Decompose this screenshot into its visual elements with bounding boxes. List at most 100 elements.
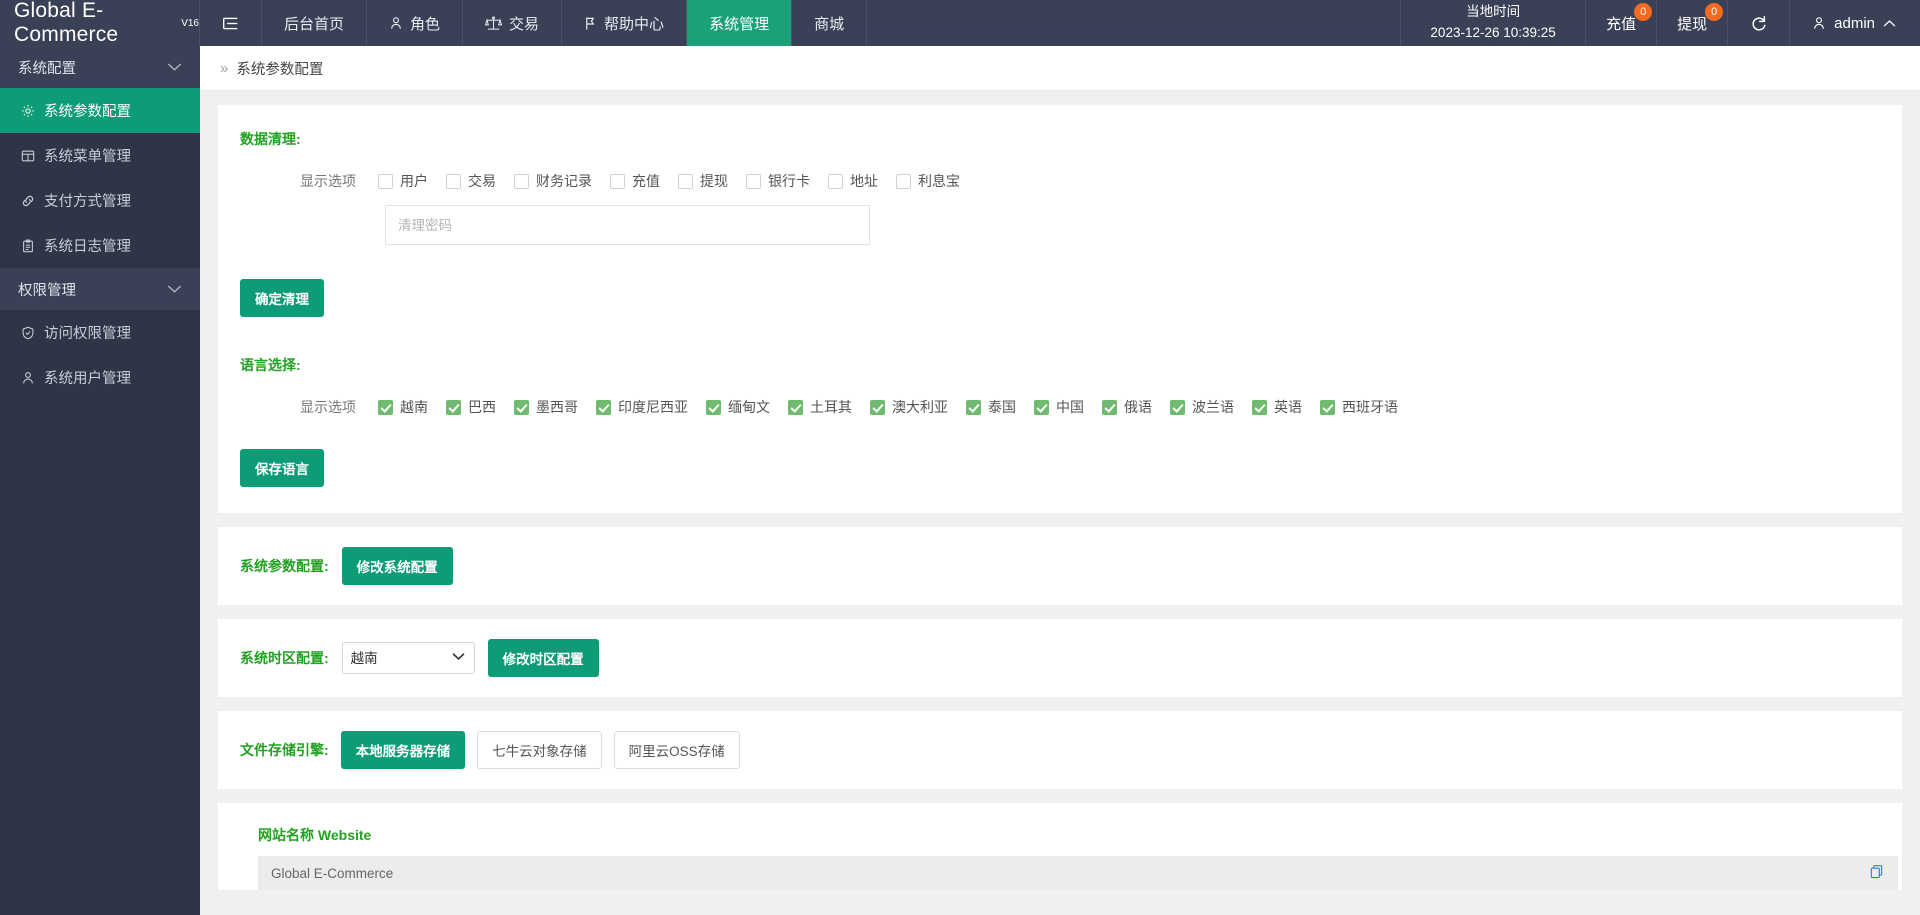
checkbox[interactable] <box>706 399 721 415</box>
nav-item-mall[interactable]: 商城 <box>792 0 868 46</box>
nav-item-help-center[interactable]: 帮助中心 <box>562 0 688 46</box>
language-option-burmese[interactable]: 缅甸文 <box>706 397 770 417</box>
checkbox[interactable] <box>596 399 611 415</box>
sidebar-item-label: 系统参数配置 <box>44 104 131 120</box>
nav-item-roles[interactable]: 角色 <box>367 0 464 46</box>
confirm-cleanup-button[interactable]: 确定清理 <box>240 279 324 317</box>
menu-icon[interactable] <box>200 0 262 46</box>
language-option-russian[interactable]: 俄语 <box>1102 397 1152 417</box>
panel-website-name: 网站名称 Website Global E-Commerce <box>218 803 1902 890</box>
sidebar-item-payment-methods[interactable]: 支付方式管理 <box>0 178 200 223</box>
language-option-mexico[interactable]: 墨西哥 <box>514 397 578 417</box>
language-option-label: 波兰语 <box>1192 399 1234 415</box>
sidebar-item-access-permissions[interactable]: 访问权限管理 <box>0 310 200 355</box>
timezone-select-wrap[interactable]: 越南 <box>341 642 475 674</box>
save-language-button[interactable]: 保存语言 <box>240 449 324 487</box>
language-option-indonesia[interactable]: 印度尼西亚 <box>596 397 688 417</box>
data-cleanup-options-label: 显示选项 <box>300 173 356 189</box>
timezone-select[interactable]: 越南 <box>341 642 475 674</box>
checkbox[interactable] <box>378 173 393 189</box>
withdraw-button[interactable]: 提现 0 <box>1657 0 1729 46</box>
nav-item-system-management[interactable]: 系统管理 <box>687 0 793 46</box>
language-option-label: 西班牙语 <box>1342 399 1398 415</box>
sidebar-item-system-log[interactable]: 系统日志管理 <box>0 223 200 268</box>
storage-aliyun-oss-button[interactable]: 阿里云OSS存储 <box>613 731 740 769</box>
nav-label: 系统管理 <box>709 15 770 33</box>
checkbox[interactable] <box>966 399 981 415</box>
checkbox[interactable] <box>1320 399 1335 415</box>
language-option-brazil[interactable]: 巴西 <box>446 397 496 417</box>
modify-timezone-button[interactable]: 修改时区配置 <box>487 639 599 677</box>
cleanup-option-interest-treasure[interactable]: 利息宝 <box>896 171 960 191</box>
checkbox[interactable] <box>514 173 529 189</box>
sidebar-group-system-config[interactable]: 系统配置 <box>0 46 200 88</box>
cleanup-password-input[interactable] <box>385 205 870 245</box>
language-option-china[interactable]: 中国 <box>1034 397 1084 417</box>
checkbox[interactable] <box>870 399 885 415</box>
language-option-label: 俄语 <box>1124 399 1152 415</box>
local-time-value: 2023-12-26 10:39:25 <box>1430 25 1556 40</box>
cleanup-option-transactions[interactable]: 交易 <box>446 171 496 191</box>
language-option-vietnam[interactable]: 越南 <box>378 397 428 417</box>
modify-system-config-button[interactable]: 修改系统配置 <box>341 547 453 585</box>
storage-engine-label: 文件存储引擎: <box>240 742 329 758</box>
cleanup-option-label: 交易 <box>468 173 496 189</box>
website-name-field[interactable]: Global E-Commerce <box>258 856 1898 890</box>
language-option-australia[interactable]: 澳大利亚 <box>870 397 948 417</box>
cleanup-option-users[interactable]: 用户 <box>378 171 428 191</box>
checkbox[interactable] <box>1252 399 1267 415</box>
checkbox[interactable] <box>1170 399 1185 415</box>
withdraw-badge: 0 <box>1705 3 1724 21</box>
language-option-label: 越南 <box>400 399 428 415</box>
sidebar-item-system-users[interactable]: 系统用户管理 <box>0 355 200 400</box>
user-menu-button[interactable]: admin <box>1790 0 1920 46</box>
checkbox[interactable] <box>678 173 693 189</box>
storage-qiniu-button[interactable]: 七牛云对象存储 <box>477 731 602 769</box>
language-option-thailand[interactable]: 泰国 <box>966 397 1016 417</box>
storage-local-server-button[interactable]: 本地服务器存储 <box>340 731 466 769</box>
checkbox[interactable] <box>746 173 761 189</box>
refresh-icon[interactable] <box>1728 0 1791 46</box>
sidebar-group-permissions[interactable]: 权限管理 <box>0 268 200 310</box>
nav-label: 商城 <box>814 15 845 33</box>
cleanup-option-address[interactable]: 地址 <box>828 171 878 191</box>
language-option-turkey[interactable]: 土耳其 <box>788 397 852 417</box>
checkbox[interactable] <box>378 399 393 415</box>
cleanup-option-recharge[interactable]: 充值 <box>610 171 660 191</box>
checkbox[interactable] <box>446 173 461 189</box>
timezone-label: 系统时区配置: <box>240 650 329 666</box>
checkbox[interactable] <box>788 399 803 415</box>
nav-item-dashboard[interactable]: 后台首页 <box>262 0 368 46</box>
language-option-english[interactable]: 英语 <box>1252 397 1302 417</box>
cleanup-option-finance-records[interactable]: 财务记录 <box>514 171 592 191</box>
brand-version: V16 <box>181 17 199 29</box>
copy-icon[interactable] <box>1869 864 1884 882</box>
panel-storage-engine: 文件存储引擎: 本地服务器存储 七牛云对象存储 阿里云OSS存储 <box>218 711 1902 789</box>
checkbox[interactable] <box>446 399 461 415</box>
language-option-label: 缅甸文 <box>728 399 770 415</box>
language-option-label: 巴西 <box>468 399 496 415</box>
cleanup-option-bank-card[interactable]: 银行卡 <box>746 171 810 191</box>
panel-system-params: 系统参数配置: 修改系统配置 <box>218 527 1902 605</box>
sidebar-item-system-menu[interactable]: 系统菜单管理 <box>0 133 200 178</box>
checkbox[interactable] <box>1034 399 1049 415</box>
recharge-button[interactable]: 充值 0 <box>1586 0 1658 46</box>
language-option-label: 土耳其 <box>810 399 852 415</box>
sidebar-item-label: 访问权限管理 <box>44 326 131 342</box>
nav-item-transactions[interactable]: 交易 <box>463 0 563 46</box>
language-option-spanish[interactable]: 西班牙语 <box>1320 397 1398 417</box>
sidebar-item-system-params[interactable]: 系统参数配置 <box>0 88 200 133</box>
checkbox[interactable] <box>514 399 529 415</box>
checkbox[interactable] <box>610 173 625 189</box>
panel-timezone: 系统时区配置: 越南 修改时区配置 <box>218 619 1902 697</box>
cleanup-option-withdraw[interactable]: 提现 <box>678 171 728 191</box>
cleanup-option-label: 提现 <box>700 173 728 189</box>
recharge-label: 充值 <box>1606 15 1637 33</box>
checkbox[interactable] <box>1102 399 1117 415</box>
language-option-polish[interactable]: 波兰语 <box>1170 397 1234 417</box>
checkbox[interactable] <box>896 173 911 189</box>
language-option-label: 泰国 <box>988 399 1016 415</box>
language-options-label: 显示选项 <box>300 399 356 415</box>
user-icon <box>1812 16 1826 31</box>
checkbox[interactable] <box>828 173 843 189</box>
